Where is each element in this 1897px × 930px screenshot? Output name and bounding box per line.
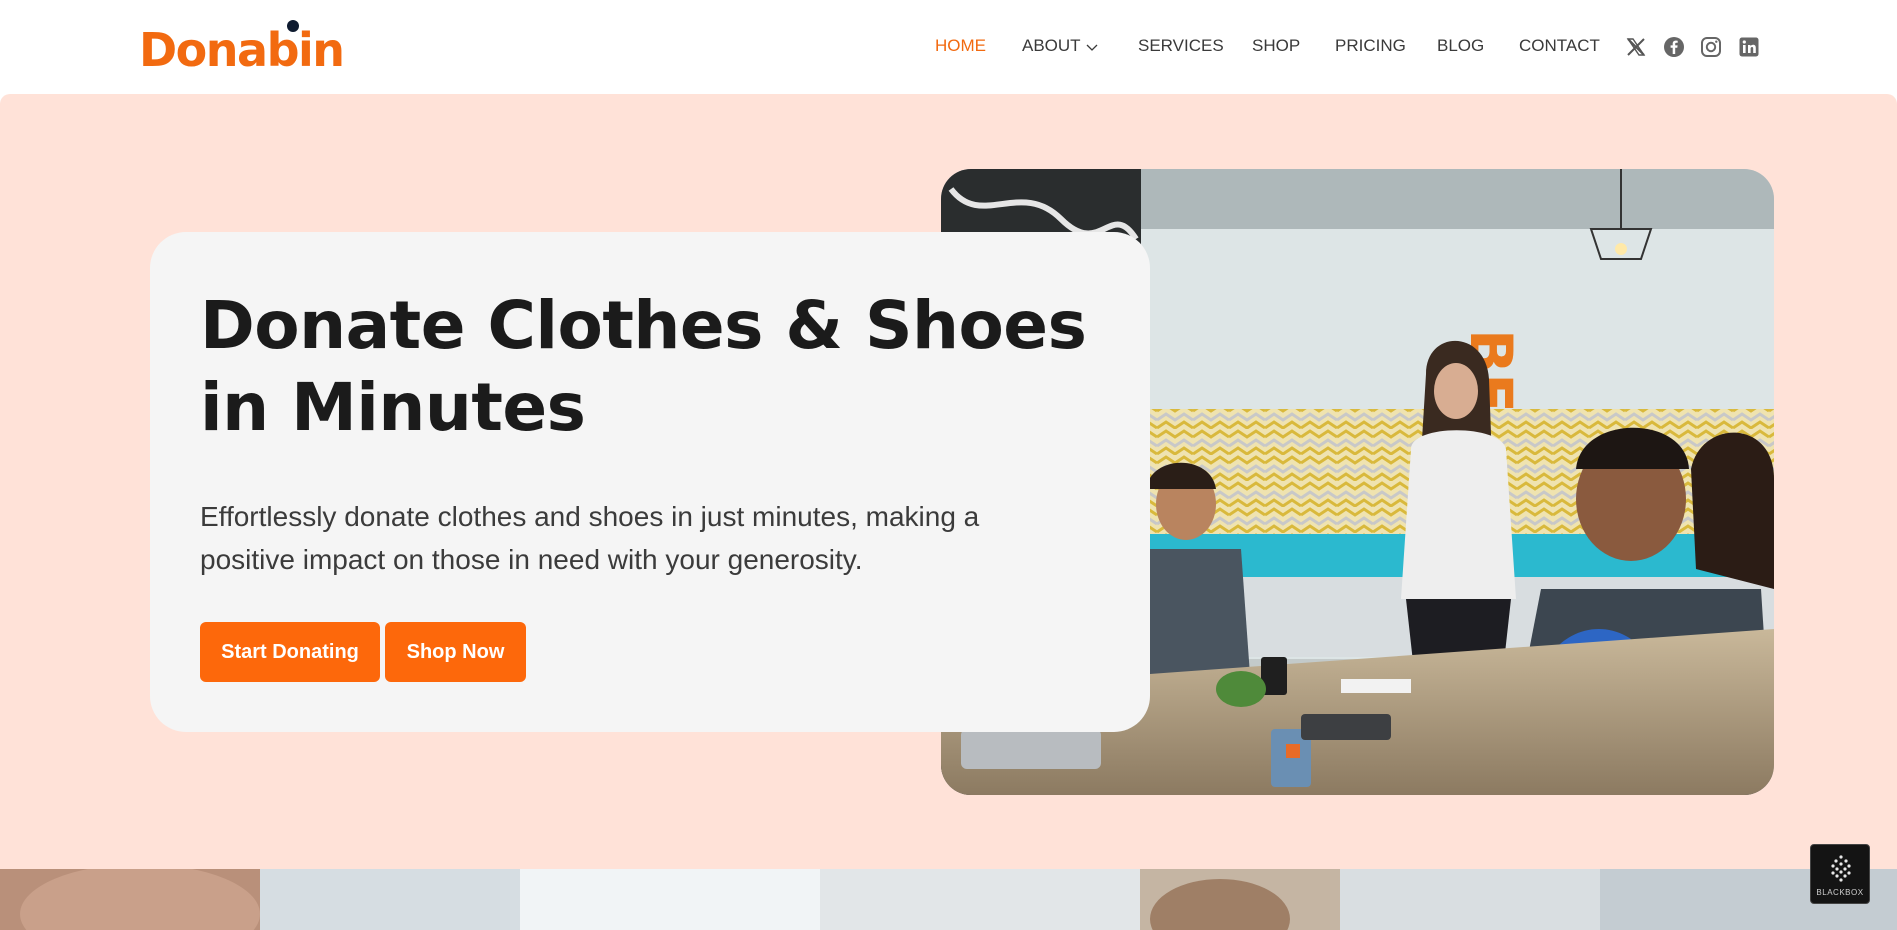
hero-title: Donate Clothes & Shoes in Minutes [200, 287, 1087, 446]
nav-item-shop[interactable]: SHOP [1252, 36, 1300, 56]
chevron-down-icon [1086, 44, 1098, 51]
site-header: Donabin HOME ABOUT SERVICES SHOP PRICING… [0, 0, 1897, 94]
nav-item-about-label: ABOUT [1022, 36, 1081, 55]
main-nav: HOME ABOUT SERVICES SHOP PRICING BLOG CO… [0, 0, 1897, 94]
facebook-icon[interactable] [1662, 35, 1686, 59]
blackbox-label: BLACKBOX [1816, 888, 1864, 897]
instagram-icon[interactable] [1699, 35, 1723, 59]
nav-item-services[interactable]: SERVICES [1138, 36, 1224, 56]
next-section-image [0, 869, 1897, 930]
start-donating-button[interactable]: Start Donating [200, 622, 380, 682]
hero-subtitle: Effortlessly donate clothes and shoes in… [200, 501, 980, 575]
blackbox-logo-icon [1831, 855, 1851, 882]
nav-item-pricing[interactable]: PRICING [1335, 36, 1406, 56]
x-icon[interactable] [1624, 35, 1648, 59]
hero-card: Donate Clothes & Shoes in Minutes Effort… [150, 232, 1150, 732]
nav-item-about[interactable]: ABOUT [1022, 36, 1099, 56]
linkedin-icon[interactable] [1737, 35, 1761, 59]
nav-item-home[interactable]: HOME [935, 36, 986, 56]
blackbox-badge[interactable]: BLACKBOX [1810, 844, 1870, 904]
nav-item-contact[interactable]: CONTACT [1519, 36, 1600, 56]
shop-now-button[interactable]: Shop Now [385, 622, 526, 682]
nav-item-blog[interactable]: BLOG [1437, 36, 1484, 56]
